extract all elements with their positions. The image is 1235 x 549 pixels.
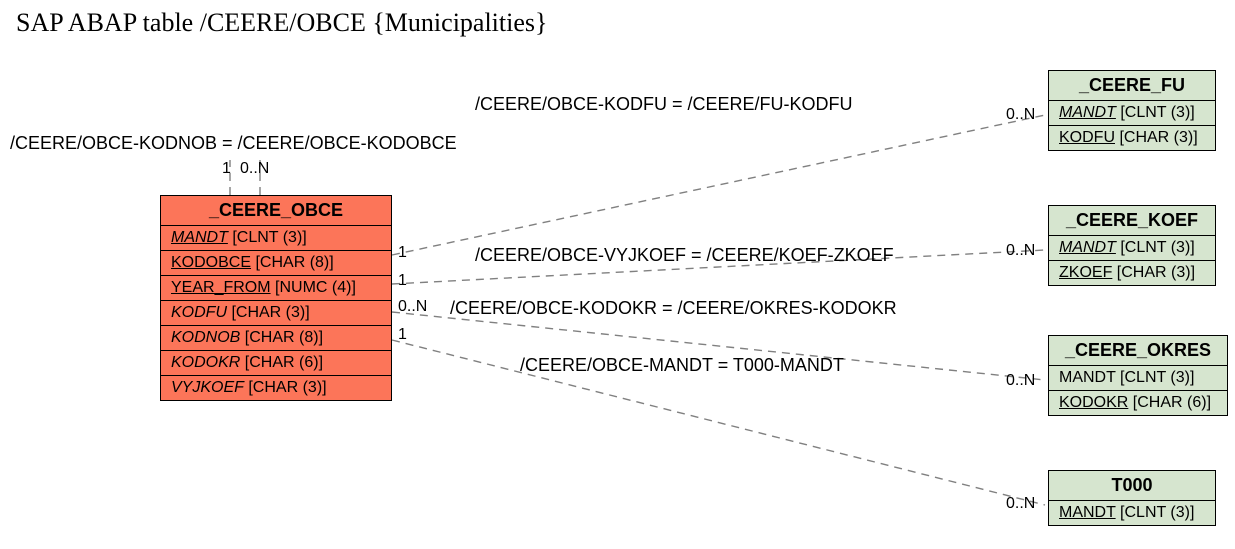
page-title: SAP ABAP table /CEERE/OBCE {Municipaliti… bbox=[16, 8, 548, 38]
card-dst-fu: 0..N bbox=[1006, 106, 1035, 124]
card-self-right: 0..N bbox=[240, 160, 269, 178]
field-row: KODFU [CHAR (3)] bbox=[161, 301, 391, 326]
field-row: VYJKOEF [CHAR (3)] bbox=[161, 376, 391, 400]
card-src-t000: 1 bbox=[398, 326, 407, 344]
entity-header: _CEERE_OKRES bbox=[1049, 336, 1227, 366]
field-row: KODOKR [CHAR (6)] bbox=[161, 351, 391, 376]
entity-header: _CEERE_OBCE bbox=[161, 196, 391, 226]
card-src-koef: 1 bbox=[398, 272, 407, 290]
entity-ceere-koef: _CEERE_KOEF MANDT [CLNT (3)] ZKOEF [CHAR… bbox=[1048, 205, 1216, 286]
card-dst-okres: 0..N bbox=[1006, 372, 1035, 390]
card-self-left: 1 bbox=[222, 160, 231, 178]
entity-ceere-fu: _CEERE_FU MANDT [CLNT (3)] KODFU [CHAR (… bbox=[1048, 70, 1216, 151]
card-src-okres: 0..N bbox=[398, 298, 427, 316]
entity-ceere-obce: _CEERE_OBCE MANDT [CLNT (3)] KODOBCE [CH… bbox=[160, 195, 392, 401]
field-row: MANDT [CLNT (3)] bbox=[1049, 101, 1215, 126]
card-dst-t000: 0..N bbox=[1006, 495, 1035, 513]
entity-header: _CEERE_KOEF bbox=[1049, 206, 1215, 236]
field-row: KODOKR [CHAR (6)] bbox=[1049, 391, 1227, 415]
card-dst-koef: 0..N bbox=[1006, 242, 1035, 260]
relation-label-okres: /CEERE/OBCE-KODOKR = /CEERE/OKRES-KODOKR bbox=[450, 298, 897, 319]
self-relation-label: /CEERE/OBCE-KODNOB = /CEERE/OBCE-KODOBCE bbox=[10, 133, 457, 154]
relation-label-koef: /CEERE/OBCE-VYJKOEF = /CEERE/KOEF-ZKOEF bbox=[475, 245, 894, 266]
field-row: MANDT [CLNT (3)] bbox=[1049, 366, 1227, 391]
entity-header: T000 bbox=[1049, 471, 1215, 501]
entity-t000: T000 MANDT [CLNT (3)] bbox=[1048, 470, 1216, 526]
relation-label-fu: /CEERE/OBCE-KODFU = /CEERE/FU-KODFU bbox=[475, 94, 853, 115]
field-row: MANDT [CLNT (3)] bbox=[1049, 236, 1215, 261]
field-row: YEAR_FROM [NUMC (4)] bbox=[161, 276, 391, 301]
field-row: MANDT [CLNT (3)] bbox=[161, 226, 391, 251]
field-row: ZKOEF [CHAR (3)] bbox=[1049, 261, 1215, 285]
entity-header: _CEERE_FU bbox=[1049, 71, 1215, 101]
entity-ceere-okres: _CEERE_OKRES MANDT [CLNT (3)] KODOKR [CH… bbox=[1048, 335, 1228, 416]
field-row: KODNOB [CHAR (8)] bbox=[161, 326, 391, 351]
relation-label-t000: /CEERE/OBCE-MANDT = T000-MANDT bbox=[520, 355, 844, 376]
field-row: KODOBCE [CHAR (8)] bbox=[161, 251, 391, 276]
field-row: MANDT [CLNT (3)] bbox=[1049, 501, 1215, 525]
card-src-fu: 1 bbox=[398, 244, 407, 262]
field-row: KODFU [CHAR (3)] bbox=[1049, 126, 1215, 150]
